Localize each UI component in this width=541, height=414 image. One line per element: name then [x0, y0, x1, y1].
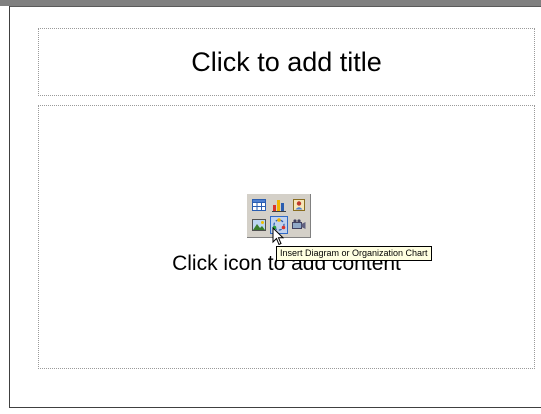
mouse-pointer-icon [272, 226, 286, 247]
powerpoint-slide-view: Click to add title Click icon to add con… [0, 0, 541, 414]
insert-chart-icon[interactable] [271, 197, 289, 215]
insert-table-icon[interactable] [251, 197, 269, 215]
tooltip: Insert Diagram or Organization Chart [276, 246, 432, 261]
insert-media-clip-icon[interactable] [291, 217, 309, 235]
slide-canvas: Click to add title Click icon to add con… [10, 7, 541, 407]
window-frame-left [0, 6, 10, 408]
window-frame-bottom [9, 407, 541, 414]
title-placeholder[interactable]: Click to add title [38, 28, 535, 96]
title-placeholder-text: Click to add title [191, 47, 382, 77]
window-frame-top [0, 0, 541, 7]
insert-picture-icon[interactable] [251, 217, 269, 235]
insert-clip-art-icon[interactable] [291, 197, 309, 215]
